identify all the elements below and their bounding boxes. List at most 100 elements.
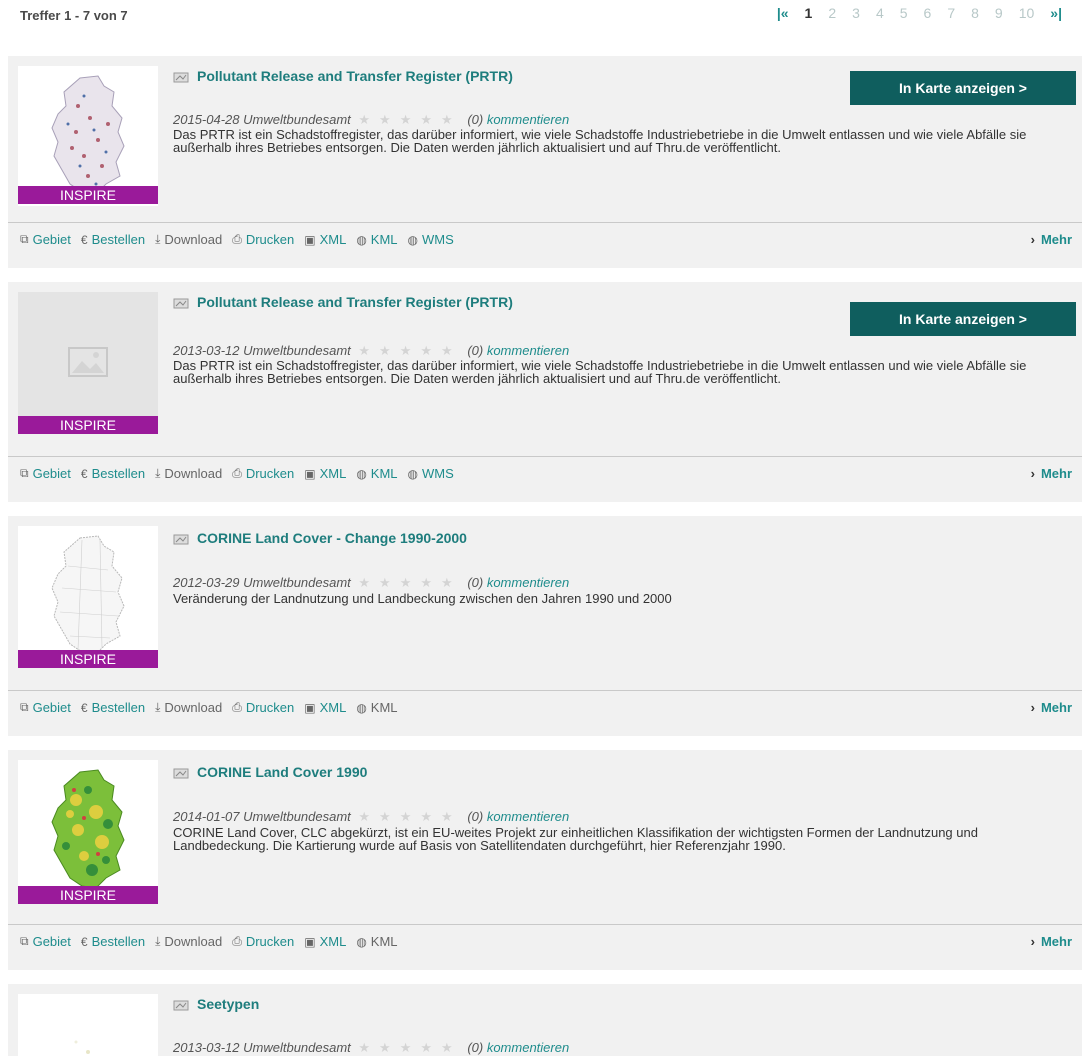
comment-link[interactable]: kommentieren	[487, 809, 569, 824]
pager-first[interactable]: |«	[769, 5, 797, 21]
pager-page-4[interactable]: 4	[868, 5, 892, 21]
print-icon: ⎙	[232, 700, 242, 714]
action-bestellen[interactable]: € Bestellen	[81, 934, 145, 949]
more-label: Mehr	[1040, 232, 1072, 247]
result-title[interactable]: Pollutant Release and Transfer Register …	[173, 294, 513, 310]
print-icon: ⎙	[232, 934, 242, 948]
action-kml[interactable]: ◍ KML	[356, 232, 397, 247]
globe-icon: ◍	[356, 232, 367, 247]
result-source: Umweltbundesamt	[243, 343, 351, 358]
action-drucken[interactable]: ⎙ Drucken	[232, 466, 294, 481]
result-date: 2015-04-28	[173, 112, 240, 127]
result-title-text[interactable]: CORINE Land Cover 1990	[197, 764, 367, 780]
rating-stars[interactable]: ★★★★★	[358, 343, 461, 358]
action-label: Bestellen	[91, 700, 146, 715]
action-gebiet[interactable]: ⧉ Gebiet	[20, 934, 71, 949]
chevron-right-icon: ›	[1030, 934, 1035, 949]
show-in-map-button[interactable]: In Karte anzeigen >	[850, 71, 1076, 105]
map-thumbnail[interactable]	[18, 66, 158, 206]
result-meta: 2012-03-29 Umweltbundesamt ★★★★★ (0) kom…	[173, 575, 569, 591]
result-title-text[interactable]: Pollutant Release and Transfer Register …	[197, 68, 513, 84]
download-icon: ⤓	[155, 232, 161, 246]
inspire-badge: INSPIRE	[18, 650, 158, 668]
action-label: WMS	[422, 466, 454, 481]
print-icon: ⎙	[232, 466, 242, 480]
action-gebiet[interactable]: ⧉ Gebiet	[20, 232, 71, 247]
action-wms[interactable]: ◍ WMS	[408, 232, 454, 247]
action-kml[interactable]: ◍ KML	[356, 700, 397, 715]
show-in-map-button[interactable]: In Karte anzeigen >	[850, 302, 1076, 336]
action-xml[interactable]: ▣ XML	[304, 466, 346, 481]
pager-page-10[interactable]: 10	[1011, 5, 1043, 21]
action-wms[interactable]: ◍ WMS	[408, 466, 454, 481]
result-title-text[interactable]: Seetypen	[197, 996, 259, 1012]
action-bestellen[interactable]: € Bestellen	[81, 466, 145, 481]
map-thumbnail[interactable]	[18, 994, 158, 1056]
action-drucken[interactable]: ⎙ Drucken	[232, 700, 294, 715]
rating-stars[interactable]: ★★★★★	[358, 575, 461, 590]
result-title[interactable]: CORINE Land Cover - Change 1990-2000	[173, 530, 467, 546]
action-download[interactable]: ⤓ Download	[155, 232, 222, 247]
comment-link[interactable]: kommentieren	[487, 112, 569, 127]
dataset-type-icon	[173, 70, 191, 83]
result-title[interactable]: Pollutant Release and Transfer Register …	[173, 68, 513, 84]
pager-page-1[interactable]: 1	[797, 5, 821, 21]
rating-stars[interactable]: ★★★★★	[358, 112, 461, 127]
action-label: Bestellen	[91, 466, 146, 481]
pager-page-2[interactable]: 2	[820, 5, 844, 21]
more-link[interactable]: › Mehr	[1031, 466, 1072, 481]
pager-page-6[interactable]: 6	[916, 5, 940, 21]
result-title[interactable]: CORINE Land Cover 1990	[173, 764, 367, 780]
xml-icon: ▣	[304, 232, 316, 247]
more-link[interactable]: › Mehr	[1031, 934, 1072, 949]
result-source: Umweltbundesamt	[243, 575, 351, 590]
rating-stars[interactable]: ★★★★★	[358, 1040, 461, 1055]
result-title[interactable]: Seetypen	[173, 996, 259, 1012]
pagination: |« 1 2 3 4 5 6 7 8 9 10 »|	[769, 5, 1070, 21]
more-link[interactable]: › Mehr	[1031, 232, 1072, 247]
pager-page-8[interactable]: 8	[963, 5, 987, 21]
action-label: Bestellen	[91, 232, 146, 247]
action-label: XML	[319, 700, 347, 715]
pager-page-5[interactable]: 5	[892, 5, 916, 21]
action-drucken[interactable]: ⎙ Drucken	[232, 934, 294, 949]
pager-page-9[interactable]: 9	[987, 5, 1011, 21]
globe-icon: ◍	[407, 232, 419, 247]
inspire-badge: INSPIRE	[18, 886, 158, 904]
action-bestellen[interactable]: € Bestellen	[81, 700, 145, 715]
action-download[interactable]: ⤓ Download	[155, 466, 222, 481]
map-thumbnail[interactable]	[18, 526, 158, 666]
result-title-text[interactable]: CORINE Land Cover - Change 1990-2000	[197, 530, 467, 546]
action-download[interactable]: ⤓ Download	[155, 700, 222, 715]
comment-link[interactable]: kommentieren	[487, 343, 569, 358]
action-gebiet[interactable]: ⧉ Gebiet	[20, 700, 71, 715]
xml-icon: ▣	[304, 466, 316, 481]
action-xml[interactable]: ▣ XML	[304, 934, 346, 949]
comment-link[interactable]: kommentieren	[487, 1040, 569, 1055]
result-title-text[interactable]: Pollutant Release and Transfer Register …	[197, 294, 513, 310]
action-kml[interactable]: ◍ KML	[356, 466, 397, 481]
rating-stars[interactable]: ★★★★★	[358, 809, 461, 824]
dataset-type-icon	[173, 766, 191, 779]
action-kml[interactable]: ◍ KML	[356, 934, 397, 949]
action-gebiet[interactable]: ⧉ Gebiet	[20, 466, 71, 481]
more-link[interactable]: › Mehr	[1031, 700, 1072, 715]
action-xml[interactable]: ▣ XML	[304, 700, 346, 715]
action-label: Drucken	[245, 232, 295, 247]
comment-link[interactable]: kommentieren	[487, 575, 569, 590]
action-download[interactable]: ⤓ Download	[155, 934, 222, 949]
rating-count: (0)	[467, 1040, 484, 1055]
pager-page-7[interactable]: 7	[939, 5, 963, 21]
pager-last[interactable]: »|	[1042, 5, 1070, 21]
result-meta: 2015-04-28 Umweltbundesamt ★★★★★ (0) kom…	[173, 112, 569, 128]
pager-page-3[interactable]: 3	[844, 5, 868, 21]
action-drucken[interactable]: ⎙ Drucken	[232, 232, 294, 247]
divider	[8, 456, 1082, 457]
action-label: KML	[370, 232, 398, 247]
result-card: INSPIRE Pollutant Release and Transfer R…	[8, 56, 1082, 268]
action-xml[interactable]: ▣ XML	[304, 232, 346, 247]
map-thumbnail[interactable]	[18, 760, 158, 900]
action-bar: ⧉ Gebiet € Bestellen ⤓ Download ⎙ Drucken ▣ X…	[20, 232, 464, 247]
rating-count: (0)	[467, 809, 484, 824]
action-bestellen[interactable]: € Bestellen	[81, 232, 145, 247]
